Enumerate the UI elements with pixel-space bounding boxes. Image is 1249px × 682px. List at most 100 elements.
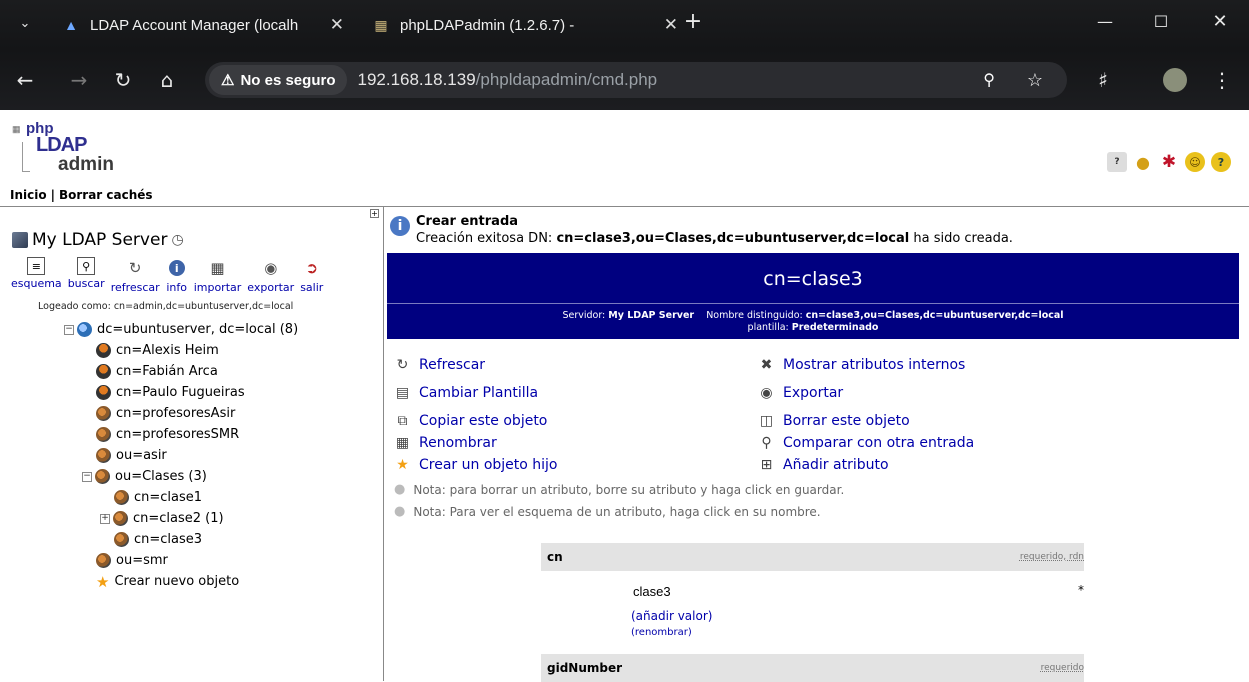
schema-button[interactable]: ≡ esquema (8, 257, 65, 294)
server-label: Servidor: (562, 310, 606, 321)
tool-label: refrescar (110, 281, 160, 294)
attr-required: requerido (1040, 663, 1084, 673)
bookmark-star-icon[interactable]: ☆ (1027, 70, 1043, 91)
refresh-button[interactable]: ↻ refrescar (108, 257, 163, 294)
tree-root[interactable]: − dc=ubuntuserver, dc=local (8) (64, 319, 298, 340)
tree-item[interactable]: cn=Paulo Fugueiras (96, 382, 298, 403)
tool-label: buscar (67, 277, 105, 290)
expand-icon[interactable]: + (100, 513, 110, 524)
rename-link[interactable]: (renombrar) (631, 627, 692, 638)
cn-value-input[interactable] (627, 581, 1003, 601)
import-icon: ▦ (210, 259, 225, 277)
action-label: Comparar con otra entrada (783, 434, 975, 451)
action-label: Renombrar (419, 434, 497, 451)
close-tab-icon[interactable]: ✕ (664, 15, 678, 35)
profile-avatar[interactable] (1160, 65, 1190, 95)
info-prefix: Creación exitosa DN: (416, 231, 557, 246)
forward-icon[interactable]: → (64, 65, 94, 95)
info-button[interactable]: i info (163, 257, 191, 294)
add-value-link[interactable]: (añadir valor) (631, 609, 712, 623)
tree-item[interactable]: cn=profesoresAsir (96, 403, 298, 424)
tree-label: dc=ubuntuserver, dc=local (8) (97, 322, 299, 337)
search-button[interactable]: ⚲ buscar (65, 257, 108, 294)
rename-link[interactable]: ▦ Renombrar (394, 434, 497, 451)
copy-object-link[interactable]: ⧉ Copiar este objeto (394, 412, 548, 429)
action-label: Copiar este objeto (419, 412, 548, 429)
collapse-icon[interactable]: − (64, 324, 74, 335)
tree-item[interactable]: cn=Alexis Heim (96, 340, 298, 361)
entry-banner: cn=clase3 Servidor: My LDAP Server Nombr… (387, 253, 1239, 339)
ou-icon (96, 553, 111, 568)
create-child-link[interactable]: ★ Crear un objeto hijo (394, 456, 557, 473)
server-name: My LDAP Server (32, 230, 168, 250)
tab-search-icon[interactable]: ⌄ (10, 8, 40, 38)
close-tab-icon[interactable]: ✕ (330, 15, 344, 35)
tree-item[interactable]: ou=smr (96, 550, 298, 571)
server-value: My LDAP Server (608, 310, 695, 321)
tree-label: ou=smr (116, 553, 168, 568)
maximize-icon[interactable]: ☐ (1146, 6, 1176, 36)
home-link[interactable]: Inicio (10, 188, 47, 202)
server-icon (12, 232, 28, 248)
expand-frame-icon[interactable]: + (370, 209, 379, 218)
import-button[interactable]: ▦ importar (191, 257, 245, 294)
tree-item[interactable]: cn=Fabián Arca (96, 361, 298, 382)
tree-item[interactable]: ou=asir (96, 445, 298, 466)
tab-lam[interactable]: ▲ LDAP Account Manager (localh ✕ (62, 6, 352, 44)
new-tab-icon[interactable]: + (678, 6, 708, 36)
help-icon[interactable]: ? (1211, 152, 1231, 172)
tree-item[interactable]: cn=profesoresSMR (96, 424, 298, 445)
tab-phpldapadmin[interactable]: ▦ phpLDAPadmin (1.2.6.7) - ✕ (372, 6, 688, 44)
change-template-link[interactable]: ▤ Cambiar Plantilla (394, 384, 538, 401)
export-button[interactable]: ◉ exportar (244, 257, 297, 294)
omnibox[interactable]: ⚠ No es seguro 192.168.18.139/phpldapadm… (205, 62, 1067, 98)
tree-item[interactable]: + cn=clase2 (1) (100, 508, 298, 529)
banner-subinfo: Servidor: My LDAP Server Nombre distingu… (387, 303, 1239, 339)
bug-icon[interactable]: ✱ (1159, 152, 1179, 172)
clear-cache-link[interactable]: Borrar cachés (59, 188, 153, 202)
ldap-tree: − dc=ubuntuserver, dc=local (8) cn=Alexi… (64, 319, 298, 592)
add-attribute-icon: ⊞ (760, 456, 773, 473)
note-text: Nota: para borrar un atributo, borre su … (413, 482, 845, 497)
logout-icon: ➲ (305, 259, 319, 277)
home-icon[interactable]: ⌂ (152, 65, 182, 95)
phpldapadmin-logo: ▦ php LDAP admin (12, 120, 114, 175)
reload-icon[interactable]: ↻ (108, 65, 138, 95)
minimize-icon[interactable]: — (1090, 6, 1120, 36)
tab-bar: ⌄ ▲ LDAP Account Manager (localh ✕ ▦ php… (0, 0, 1249, 50)
export-link[interactable]: ◉ Exportar (758, 384, 843, 401)
close-window-icon[interactable]: ✕ (1205, 6, 1235, 36)
show-internal-attrs-link[interactable]: ✖ Mostrar atributos internos (758, 356, 966, 373)
security-chip[interactable]: ⚠ No es seguro (209, 65, 348, 95)
help-bubble-icon[interactable]: ? (1107, 152, 1127, 172)
group-icon (96, 427, 111, 442)
required-marker: * (1078, 583, 1084, 597)
security-label: No es seguro (240, 71, 336, 89)
tree-item-expanded[interactable]: − ou=Clases (3) (82, 466, 298, 487)
tree-label: cn=profesoresSMR (116, 427, 240, 442)
url-text[interactable]: 192.168.18.139/phpldapadmin/cmd.php (357, 70, 657, 90)
compare-link[interactable]: ⚲ Comparar con otra entrada (758, 434, 974, 451)
delete-object-link[interactable]: ◫ Borrar este objeto (758, 412, 910, 429)
extensions-icon[interactable]: ♯ (1088, 65, 1118, 95)
refresh-link[interactable]: ↻ Refrescar (394, 356, 485, 373)
back-icon[interactable]: ← (10, 65, 40, 95)
attr-name[interactable]: gidNumber (547, 661, 622, 675)
create-new-object[interactable]: ★ Crear nuevo objeto (96, 571, 298, 592)
schema-icon: ≡ (27, 257, 46, 275)
attr-name[interactable]: cn (547, 550, 563, 564)
tree-item[interactable]: cn=clase1 (114, 487, 298, 508)
tree-item-selected[interactable]: cn=clase3 (114, 529, 298, 550)
lightbulb-icon[interactable]: ● (1133, 152, 1153, 172)
note-delete: ● Nota: para borrar un atributo, borre su… (394, 482, 844, 497)
collapse-icon[interactable]: − (82, 471, 92, 482)
zoom-icon[interactable]: ⚲ (983, 70, 995, 90)
nav-separator: | (50, 187, 55, 202)
menu-icon[interactable]: ⋮ (1207, 65, 1237, 95)
add-attribute-link[interactable]: ⊞ Añadir atributo (758, 456, 889, 473)
export-icon: ◉ (760, 384, 773, 401)
smiley-icon[interactable]: ☺ (1185, 152, 1205, 172)
logout-button[interactable]: ➲ salir (297, 257, 326, 294)
tree-label: cn=Fabián Arca (116, 364, 218, 379)
server-title[interactable]: My LDAP Server ◷ (12, 230, 184, 250)
